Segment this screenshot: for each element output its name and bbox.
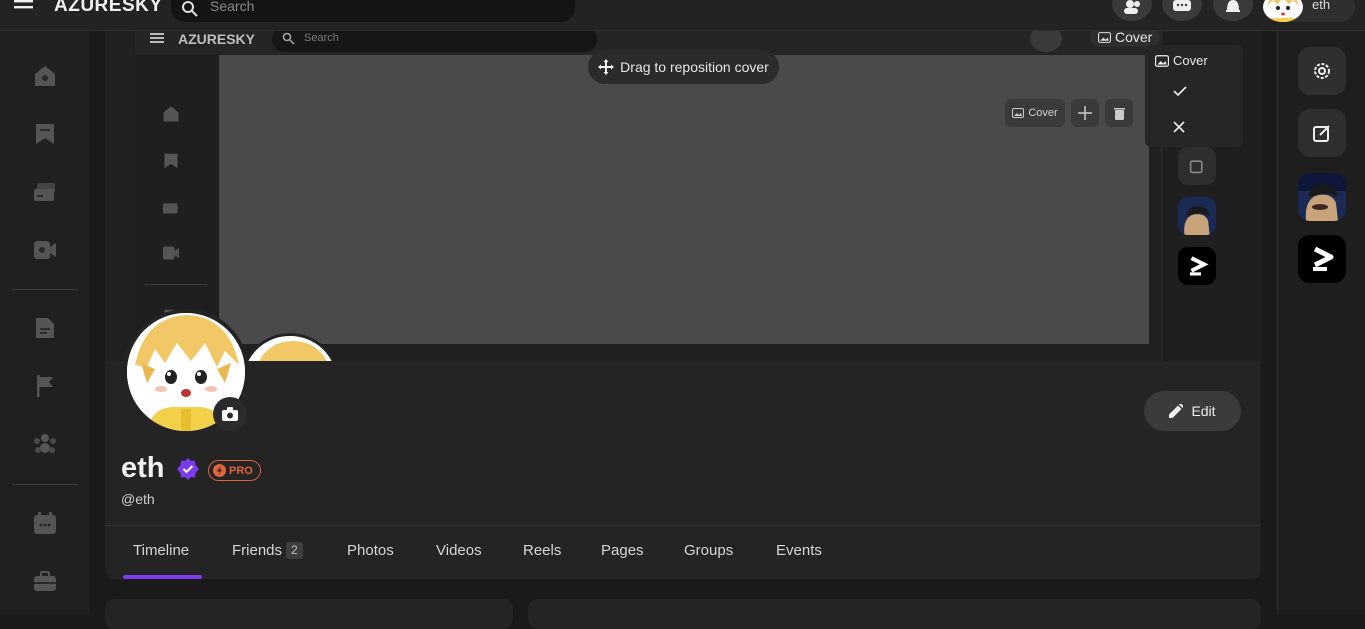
camera-icon (222, 407, 238, 421)
pro-badge: PRO (208, 460, 261, 481)
profile-handle: @eth (121, 491, 155, 507)
cancel-cover-button[interactable] (1173, 121, 1185, 133)
briefcase-icon[interactable] (29, 565, 61, 597)
drag-reposition-hint: Drag to reposition cover (588, 50, 779, 84)
cover-edit-panel: Cover (1145, 45, 1243, 147)
calendar-icon[interactable] (29, 507, 61, 539)
nested-search: Search (272, 31, 597, 52)
sidebar-divider (12, 289, 78, 290)
close-icon (1173, 121, 1185, 133)
menu-icon (150, 33, 164, 43)
document-icon[interactable] (29, 312, 61, 344)
nested-brand: AZURESKY (178, 31, 256, 47)
search-icon (282, 32, 295, 45)
post-composer-card (528, 599, 1261, 629)
settings-button[interactable] (1298, 47, 1346, 95)
nested-cover-chip: Cover (1005, 99, 1065, 127)
search-icon (181, 0, 199, 18)
friends-count-badge: 2 (286, 542, 303, 559)
menu-icon[interactable] (14, 0, 42, 14)
video-icon (161, 243, 181, 263)
tab-videos[interactable]: Videos (436, 542, 482, 559)
sidebar-divider (145, 284, 207, 285)
tab-friends[interactable]: Friends 2 (232, 542, 303, 559)
left-sidebar (0, 31, 90, 614)
bookmark-icon (161, 151, 181, 171)
home-icon (161, 104, 181, 124)
tab-timeline[interactable]: Timeline (133, 542, 189, 559)
app-shortcut-avatar[interactable] (1298, 173, 1346, 221)
compose-button[interactable] (1298, 109, 1346, 157)
change-avatar-button[interactable] (213, 397, 247, 431)
tab-groups[interactable]: Groups (684, 542, 733, 559)
messages-button[interactable] (1162, 0, 1202, 21)
home-icon[interactable] (29, 60, 61, 92)
tab-events[interactable]: Events (776, 542, 822, 559)
tab-photos[interactable]: Photos (347, 542, 394, 559)
move-icon (598, 59, 615, 75)
bolt-icon (213, 464, 226, 477)
tab-pages[interactable]: Pages (601, 542, 644, 559)
pencil-icon (1169, 404, 1184, 418)
app-shortcut-arrow (1178, 247, 1216, 285)
notifications-button[interactable] (1213, 0, 1253, 21)
flag-icon[interactable] (29, 370, 61, 402)
search-input[interactable]: Search (171, 0, 575, 22)
verified-icon (177, 458, 199, 480)
move-icon (1071, 99, 1099, 127)
edit-profile-button[interactable]: Edit (1144, 391, 1241, 431)
brand-logo[interactable]: AZURESKY (54, 0, 163, 17)
user-name: eth (1312, 0, 1331, 12)
trash-icon (1105, 99, 1133, 127)
profile-card: AZURESKY Search Cover Cover Drag to repo… (105, 31, 1261, 579)
people-icon (1030, 31, 1062, 52)
tab-reels[interactable]: Reels (523, 542, 561, 559)
user-menu[interactable]: eth (1263, 0, 1355, 22)
profile-name: eth (121, 452, 165, 484)
search-placeholder: Search (210, 0, 255, 14)
cards-icon (161, 197, 181, 217)
friends-button[interactable] (1112, 0, 1152, 21)
bookmark-icon[interactable] (29, 118, 61, 150)
cards-icon[interactable] (29, 176, 61, 208)
nested-search-placeholder: Search (304, 32, 339, 44)
sidebar-card (105, 599, 513, 629)
sidebar-divider (12, 484, 78, 485)
avatar (1263, 0, 1303, 22)
edit-square-icon (1178, 147, 1216, 185)
top-bar: AZURESKY Search eth (0, 0, 1365, 31)
save-cover-button[interactable] (1173, 85, 1187, 97)
check-icon (1173, 85, 1187, 97)
gear-icon (1311, 60, 1333, 82)
tabs-divider (105, 525, 1261, 526)
groups-icon[interactable] (29, 428, 61, 460)
app-shortcut-avatar (1178, 197, 1216, 235)
app-shortcut-arrow[interactable] (1298, 235, 1346, 283)
cover-area[interactable]: AZURESKY Search Cover Cover Drag to repo… (105, 31, 1261, 361)
edit-square-icon (1312, 123, 1332, 143)
active-tab-indicator (123, 575, 202, 579)
video-icon[interactable] (29, 234, 61, 266)
right-sidebar (1277, 31, 1365, 614)
cover-label: Cover (1155, 53, 1208, 68)
